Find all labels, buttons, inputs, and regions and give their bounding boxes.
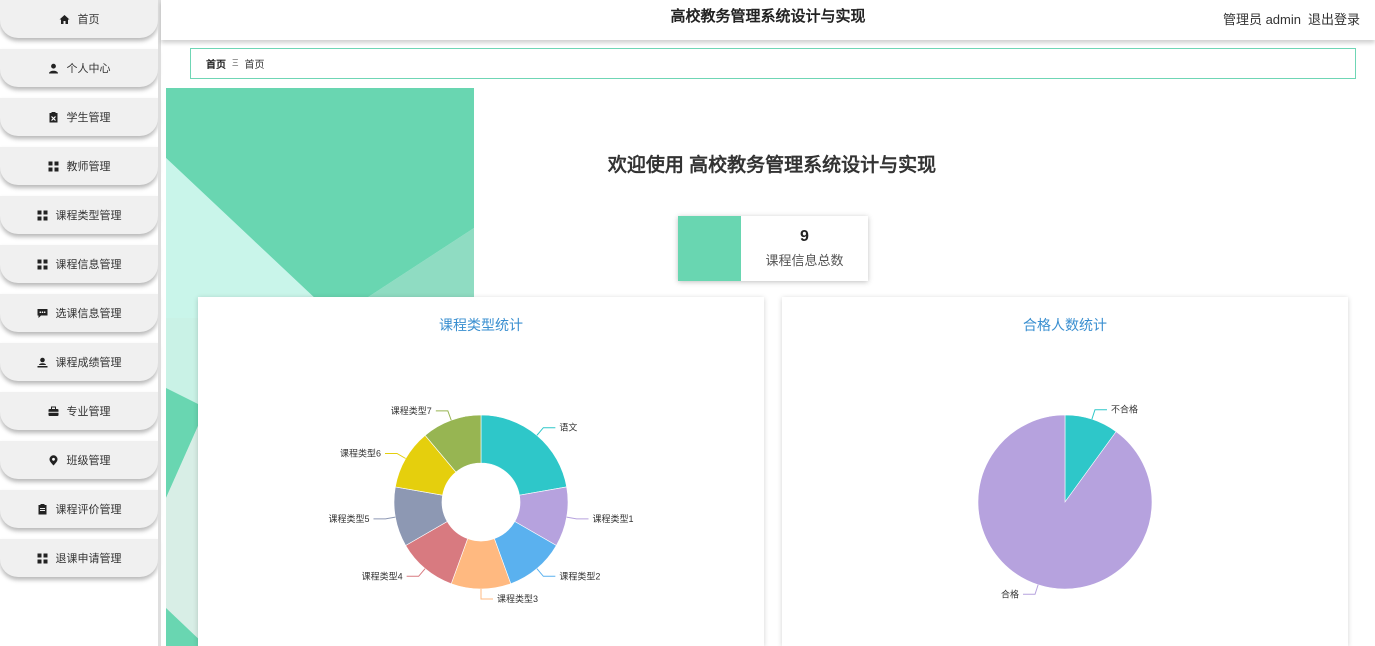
sidebar-item-label: 学生管理 [66,112,111,124]
pie-label: 课程类型3 [497,593,538,604]
grid-icon [48,161,59,172]
sidebar-item-8[interactable]: 专业管理 [0,392,158,430]
pie-leader-line [536,427,556,436]
sidebar-item-label: 课程信息管理 [55,259,122,271]
pie-leader-line [1091,409,1107,420]
admin-label: 管理员 admin [1222,12,1301,27]
sidebar-item-label: 课程成绩管理 [55,357,122,369]
sidebar-item-1[interactable]: 个人中心 [0,49,158,87]
pie-leader-line [435,410,452,421]
sidebar-item-label: 专业管理 [66,406,111,418]
top-header: 高校教务管理系统设计与实现 管理员 admin 退出登录 [161,0,1375,40]
pie-label: 课程类型7 [391,405,432,416]
pie-label: 不合格 [1111,404,1138,415]
pie-label: 合格 [1001,588,1019,599]
pie-leader-line [384,453,406,459]
breadcrumb-current: 首页 [244,60,265,71]
sidebar-item-label: 班级管理 [66,455,111,467]
pie-label: 课程类型1 [593,513,634,524]
pie-slice[interactable] [480,414,568,496]
pass-count-chart-card: 合格人数统计 不合格 合格 [782,297,1348,646]
stat-swatch [678,216,741,281]
pie-label: 课程类型5 [328,513,369,524]
site-title: 高校教务管理系统设计与实现 [670,8,866,25]
grid-icon [37,553,48,564]
sidebar-item-label: 课程评价管理 [55,504,122,516]
sidebar-item-label: 退课申请管理 [55,553,122,565]
pie-label: 课程类型2 [559,570,600,581]
pie-leader-line [480,589,493,600]
sidebar-item-4[interactable]: 课程类型管理 [0,196,158,234]
sidebar-item-3[interactable]: 教师管理 [0,147,158,185]
logout-link[interactable]: 退出登录 [1308,9,1360,28]
stat-value: 9 [800,228,809,245]
pie-leader-line [406,568,426,577]
sidebar-item-6[interactable]: 选课信息管理 [0,294,158,332]
breadcrumb: 首页 Ξ 首页 [190,48,1356,79]
sidebar-item-0[interactable]: 首页 [0,0,158,38]
breadcrumb-separator: Ξ [232,58,239,69]
clipboard-x-icon [48,111,59,123]
pass-count-pie-chart: 不合格合格 [977,404,1153,599]
pie-leader-line [536,568,556,577]
map-pin-icon [48,454,59,466]
sidebar-item-5[interactable]: 课程信息管理 [0,245,158,283]
sidebar-item-9[interactable]: 班级管理 [0,441,158,479]
sidebar-item-2[interactable]: 学生管理 [0,98,158,136]
app-root: 首页 个人中心 学生管理 教师管理 课程类型管理 课程信息管理 选课信息管理 课程成绩管理 专业… [0,0,1375,646]
pie-label: 课程类型4 [362,570,403,581]
sidebar-divider [158,0,161,646]
grid-icon [37,210,48,221]
sidebar-item-label: 选课信息管理 [55,308,122,320]
pie-leader-line [566,516,589,520]
briefcase-icon [48,406,59,417]
stat-card: 9 课程信息总数 [678,216,868,281]
sidebar-item-11[interactable]: 退课申请管理 [0,539,158,577]
stat-label: 课程信息总数 [765,253,844,268]
pie-label: 课程类型6 [340,448,381,459]
pie-leader-line [1023,584,1039,595]
course-type-chart-card: 课程类型统计 语文 课程类型1 课程类型2 课程类型3 课程类型4 课程类型5 课程类型6 课… [198,297,764,646]
sidebar-item-label: 教师管理 [66,161,111,173]
course-type-donut-chart: 语文课程类型1 课程类型2 课程类型3 课程类型4 课程类型5 课程类型6 课程类型7 [328,405,634,604]
pie-slice[interactable] [977,414,1153,590]
chat-icon [37,308,48,319]
sidebar-item-label: 个人中心 [66,63,111,75]
sidebar-item-7[interactable]: 课程成绩管理 [0,343,158,381]
sidebar-item-label: 课程类型管理 [55,210,122,222]
pie-label: 语文 [559,422,577,433]
clipboard-icon [37,503,48,515]
sidebar: 首页个人中心学生管理教师管理课程类型管理 课程信息管理 选课信息管理 课程成绩管理 专业… [0,0,158,646]
pie-leader-line [373,516,396,520]
breadcrumb-home[interactable]: 首页 [206,56,226,71]
sidebar-item-10[interactable]: 课程评价管理 [0,490,158,528]
welcome-heading: 欢迎使用 高校教务管理系统设计与实现 [607,155,937,176]
user-upload-icon [37,357,48,368]
home-icon [59,14,70,25]
grid-icon [37,259,48,270]
user-icon [48,63,59,74]
sidebar-item-label: 首页 [77,14,100,26]
